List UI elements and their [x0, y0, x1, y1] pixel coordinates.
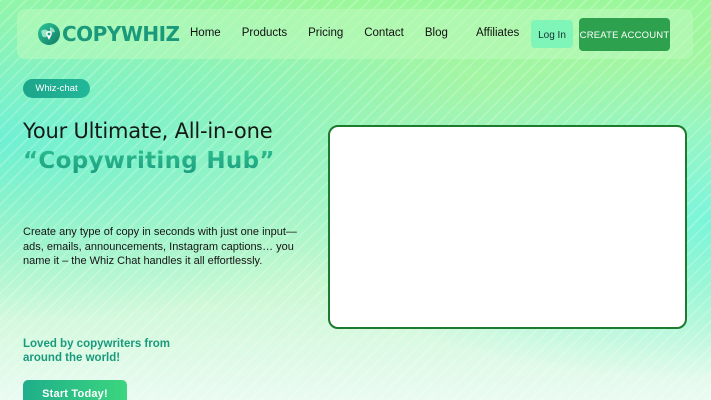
main-nav: Home Products Pricing Contact Blog [190, 26, 469, 40]
nav-link-products[interactable]: Products [242, 26, 287, 40]
social-proof-text: Loved by copywriters from around the wor… [23, 338, 170, 364]
whiz-chat-badge: Whiz-chat [23, 79, 90, 98]
headline-highlight: “Copywriting Hub” [23, 148, 275, 174]
hero-description: Create any type of copy in seconds with … [23, 226, 297, 267]
create-account-button[interactable]: CREATE ACCOUNT [579, 18, 670, 51]
nav-link-blog[interactable]: Blog [425, 26, 448, 40]
hero-headline: Your Ultimate, All-in-one “Copywriting H… [23, 116, 293, 176]
globe-pin-icon [38, 23, 60, 45]
nav-link-affiliates[interactable]: Affiliates [476, 26, 519, 40]
chat-preview-panel [328, 125, 687, 329]
login-button[interactable]: Log In [531, 20, 573, 48]
nav-link-contact[interactable]: Contact [364, 26, 404, 40]
nav-link-pricing[interactable]: Pricing [308, 26, 343, 40]
brand-name: COPYWHIZ [62, 22, 180, 46]
start-today-button[interactable]: Start Today! [23, 380, 127, 400]
headline-prefix: Your Ultimate, All-in-one [23, 119, 273, 143]
nav-link-home[interactable]: Home [190, 26, 221, 40]
top-navbar: COPYWHIZ Home Products Pricing Contact B… [17, 9, 693, 59]
brand-logo[interactable]: COPYWHIZ [37, 22, 180, 46]
